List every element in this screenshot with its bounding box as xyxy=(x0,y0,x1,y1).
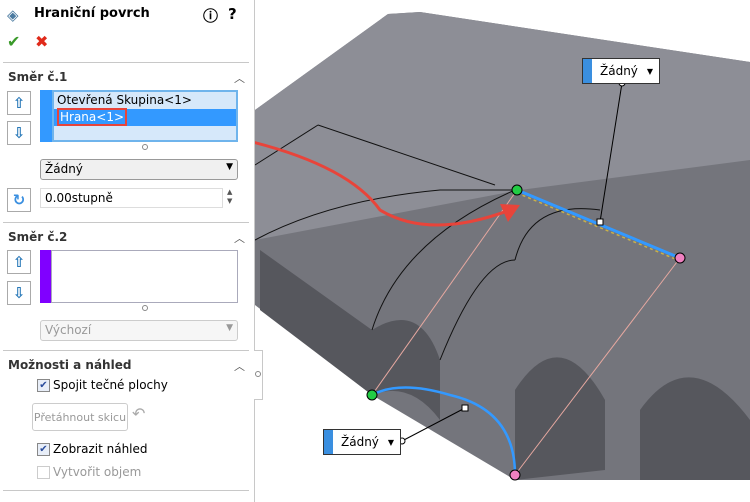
connector-handle xyxy=(674,252,686,264)
merge-tangent-label: Spojit tečné plochy xyxy=(53,378,168,392)
tangency-callout-bottom[interactable]: Žádný ▼ xyxy=(323,429,401,455)
collapse-icon[interactable]: ︿ xyxy=(234,230,245,246)
move-up-button[interactable]: ⇧ xyxy=(7,91,31,115)
help-icon[interactable]: ? xyxy=(228,5,237,23)
direction1-color-bar xyxy=(40,90,52,142)
create-solid-checkbox[interactable] xyxy=(37,466,50,479)
connector-handle xyxy=(511,184,523,196)
options-heading: Možnosti a náhled xyxy=(8,358,132,372)
connector-handle xyxy=(366,389,378,401)
direction1-heading: Směr č.1 xyxy=(8,70,68,84)
angle-spinner[interactable]: ▲ ▼ xyxy=(227,188,232,206)
show-preview-checkbox[interactable]: ✔ xyxy=(37,443,50,456)
dropdown-arrow-icon: ▼ xyxy=(646,66,653,76)
panel-title: Hraniční povrch xyxy=(34,6,150,21)
undo-icon[interactable]: ↶ xyxy=(132,404,145,423)
connector-handle xyxy=(509,469,521,481)
direction2-color-bar xyxy=(40,250,51,303)
direction2-tangency-select[interactable]: Výchozí ▼ xyxy=(40,320,238,341)
collapse-icon[interactable]: ︿ xyxy=(234,70,245,86)
move-up-button[interactable]: ⇧ xyxy=(7,250,31,274)
direction2-list[interactable] xyxy=(51,250,238,303)
dropdown-arrow-icon: ▼ xyxy=(387,437,394,447)
cancel-button[interactable]: ✖ xyxy=(35,32,48,51)
callout-label: Žádný xyxy=(341,435,379,449)
tangency-callout-top[interactable]: Žádný ▼ xyxy=(582,58,660,84)
list-item-label: Hrana<1> xyxy=(57,108,128,126)
merge-tangent-checkbox[interactable]: ✔ xyxy=(37,379,50,392)
direction1-list[interactable]: Otevřená Skupina<1> Hrana<1> xyxy=(52,90,238,142)
direction2-heading: Směr č.2 xyxy=(8,230,68,244)
panel-collapse-handle[interactable] xyxy=(254,350,263,400)
select-value: Výchozí xyxy=(45,323,92,337)
list-item[interactable]: Otevřená Skupina<1> xyxy=(54,92,236,109)
splitter-handle[interactable] xyxy=(142,305,148,311)
reverse-direction-button[interactable]: ↻ xyxy=(7,188,31,212)
boundary-surface-icon: ◈ xyxy=(7,6,19,24)
move-down-button[interactable]: ⇩ xyxy=(7,281,31,305)
direction1-tangency-select[interactable]: Žádný ▼ xyxy=(40,159,238,180)
callout-label: Žádný xyxy=(600,64,638,78)
move-down-button[interactable]: ⇩ xyxy=(7,121,31,145)
splitter-handle[interactable] xyxy=(142,144,148,150)
drag-sketch-button[interactable]: Přetáhnout skicu xyxy=(32,403,128,431)
whats-new-help-icon[interactable]: ⓘ xyxy=(203,5,218,26)
collapse-icon[interactable]: ︿ xyxy=(234,358,245,374)
ok-button[interactable]: ✔ xyxy=(7,32,20,51)
select-value: Žádný xyxy=(45,162,83,176)
dropdown-arrow-icon: ▼ xyxy=(226,323,233,333)
list-item-selected[interactable]: Hrana<1> xyxy=(54,108,236,126)
angle-input[interactable]: 0.00stupně xyxy=(40,188,223,208)
create-solid-label: Vytvořit objem xyxy=(53,465,142,479)
property-manager: ◈ Hraniční povrch ⓘ ? ✔ ✖ Směr č.1 ︿ ⇧ ⇩… xyxy=(0,0,255,502)
show-preview-label: Zobrazit náhled xyxy=(53,442,148,456)
dropdown-arrow-icon: ▼ xyxy=(226,162,233,172)
